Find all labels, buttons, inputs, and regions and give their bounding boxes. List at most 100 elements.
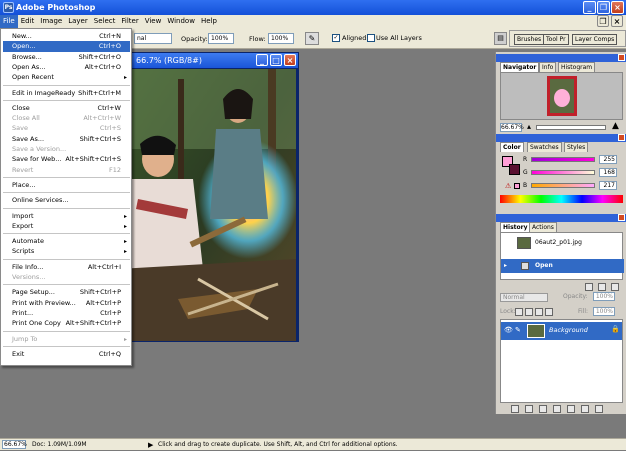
fill-value[interactable]: 100% — [593, 307, 615, 316]
lock-pixels-icon[interactable] — [525, 308, 533, 316]
open-state-label: Open — [535, 262, 553, 269]
history-snapshot[interactable]: 06aut2_p01.jpg — [501, 236, 624, 250]
layer-visibility-eye-icon[interactable]: 👁 — [504, 326, 513, 334]
new-layer-icon[interactable] — [581, 405, 589, 413]
tab-actions[interactable]: Actions — [529, 222, 557, 232]
tab-histogram[interactable]: Histogram — [558, 62, 596, 72]
menu-item-label: Scripts — [12, 247, 35, 256]
flow-input[interactable]: 100% — [268, 33, 294, 44]
palette-tab-tool-presets[interactable]: Tool Pr — [543, 34, 569, 45]
menu-view[interactable]: View — [142, 15, 165, 28]
open-state-icon — [521, 262, 529, 270]
palette-tab-layer-comps[interactable]: Layer Comps — [572, 34, 618, 45]
layer-name: Background — [549, 326, 588, 334]
layer-opacity-value[interactable]: 100% — [593, 292, 615, 301]
doc-window-close-button[interactable]: × — [284, 54, 296, 66]
status-bar: 66.67% Doc: 1.09M/1.09M ▶ Click and drag… — [0, 438, 626, 450]
zoom-in-icon[interactable]: ▲ — [612, 121, 619, 131]
palette-dock: Navigator Info Histogram 66.67% ▴ ▲ Colo… — [495, 52, 626, 414]
menu-item-scripts[interactable]: Scripts ▸ — [3, 246, 130, 257]
layer-set-icon[interactable] — [553, 405, 561, 413]
menu-item-edit-in-imageready[interactable]: Edit in ImageReady Shift+Ctrl+M — [3, 88, 130, 99]
history-state-open[interactable]: ▸ Open — [501, 259, 624, 273]
close-button[interactable]: × — [611, 1, 624, 14]
new-snapshot-icon[interactable] — [598, 283, 606, 291]
menu-item-shortcut: F12 — [108, 165, 121, 174]
color-close-icon[interactable] — [618, 134, 625, 141]
tab-info[interactable]: Info — [539, 62, 557, 72]
menu-image[interactable]: Image — [37, 15, 65, 28]
restore-button[interactable]: ❐ — [597, 1, 610, 14]
link-layers-icon[interactable] — [511, 405, 519, 413]
layer-mask-icon[interactable] — [539, 405, 547, 413]
doc-maximize-button[interactable]: □ — [270, 54, 282, 66]
menu-item-revert: Revert F12 — [3, 165, 130, 176]
zoom-out-icon[interactable]: ▴ — [527, 122, 531, 131]
document-canvas[interactable] — [118, 69, 296, 341]
tab-navigator[interactable]: Navigator — [500, 62, 540, 72]
history-palette-bar[interactable] — [496, 214, 626, 222]
delete-layer-icon[interactable] — [595, 405, 603, 413]
color-spectrum-bar[interactable] — [500, 195, 623, 203]
blue-slider[interactable] — [531, 183, 595, 188]
lock-position-icon[interactable] — [535, 308, 543, 316]
menu-item-export[interactable]: Export ▸ — [3, 221, 130, 232]
status-zoom[interactable]: 66.67% — [2, 440, 27, 449]
menu-file[interactable]: File — [0, 15, 18, 28]
menu-select[interactable]: Select — [91, 15, 119, 28]
tab-styles[interactable]: Styles — [564, 142, 589, 152]
airbrush-icon[interactable]: ✎ — [305, 32, 319, 45]
app-logo: Ps — [3, 2, 14, 13]
navigator-close-icon[interactable] — [618, 54, 625, 61]
layer-style-icon[interactable] — [525, 405, 533, 413]
tab-swatches[interactable]: Swatches — [527, 142, 562, 152]
menu-layer[interactable]: Layer — [65, 15, 91, 28]
background-color-swatch[interactable] — [509, 164, 520, 175]
green-slider[interactable] — [531, 170, 595, 175]
lock-transparency-icon[interactable] — [515, 308, 523, 316]
red-slider[interactable] — [531, 157, 595, 162]
aligned-checkbox[interactable]: ✓ — [332, 34, 340, 42]
navigator-zoom-slider[interactable] — [536, 125, 606, 130]
menu-bar: File Edit Image Layer Select Filter View Window… — [0, 15, 626, 28]
menu-edit[interactable]: Edit — [18, 15, 38, 28]
menu-separator — [3, 84, 130, 86]
history-close-icon[interactable] — [618, 214, 625, 221]
menu-filter[interactable]: Filter — [118, 15, 141, 28]
color-palette-bar[interactable] — [496, 134, 626, 142]
menu-item-exit[interactable]: Exit Ctrl+Q — [3, 349, 130, 360]
tab-history[interactable]: History — [500, 222, 531, 232]
menu-item-online-services[interactable]: Online Services... — [3, 195, 130, 206]
layer-row-background[interactable]: 👁 ✎ Background 🔒 — [501, 322, 622, 340]
menu-help[interactable]: Help — [198, 15, 220, 28]
doc-close-button[interactable]: × — [611, 15, 623, 27]
navigator-preview-area[interactable] — [500, 72, 623, 120]
menu-item-place[interactable]: Place... — [3, 180, 130, 191]
new-document-from-state-icon[interactable] — [585, 283, 593, 291]
adjustment-layer-icon[interactable] — [567, 405, 575, 413]
navigator-zoom-value[interactable]: 66.67% — [500, 123, 524, 132]
navigator-palette-bar[interactable] — [496, 54, 626, 62]
menu-window[interactable]: Window — [164, 15, 198, 28]
green-value[interactable]: 168 — [599, 168, 617, 177]
file-browser-icon[interactable]: ▤ — [494, 32, 507, 45]
minimize-button[interactable]: _ — [583, 1, 596, 14]
layers-list: 👁 ✎ Background 🔒 — [500, 319, 623, 403]
doc-restore-button[interactable]: ❐ — [597, 15, 609, 27]
blue-value[interactable]: 217 — [599, 181, 617, 190]
menu-item-open-recent[interactable]: Open Recent ▸ — [3, 72, 130, 83]
tab-color[interactable]: Color — [500, 142, 524, 152]
opacity-input[interactable]: 100% — [208, 33, 234, 44]
gamut-warning-icon[interactable]: ⚠ — [505, 182, 511, 190]
history-delete-icon[interactable] — [611, 283, 619, 291]
mode-select[interactable]: nal — [134, 33, 172, 44]
lock-all-icon[interactable] — [545, 308, 553, 316]
red-value[interactable]: 255 — [599, 155, 617, 164]
use-all-layers-checkbox[interactable] — [367, 34, 375, 42]
gamut-swatch[interactable] — [514, 183, 520, 189]
menu-item-print-one-copy[interactable]: Print One Copy Alt+Shift+Ctrl+P — [3, 318, 130, 329]
doc-minimize-button[interactable]: _ — [256, 54, 268, 66]
palette-tab-brushes[interactable]: Brushes — [514, 34, 545, 45]
layer-blend-mode[interactable]: Normal — [500, 293, 548, 302]
menu-item-shortcut: Shift+Ctrl+M — [78, 88, 121, 97]
